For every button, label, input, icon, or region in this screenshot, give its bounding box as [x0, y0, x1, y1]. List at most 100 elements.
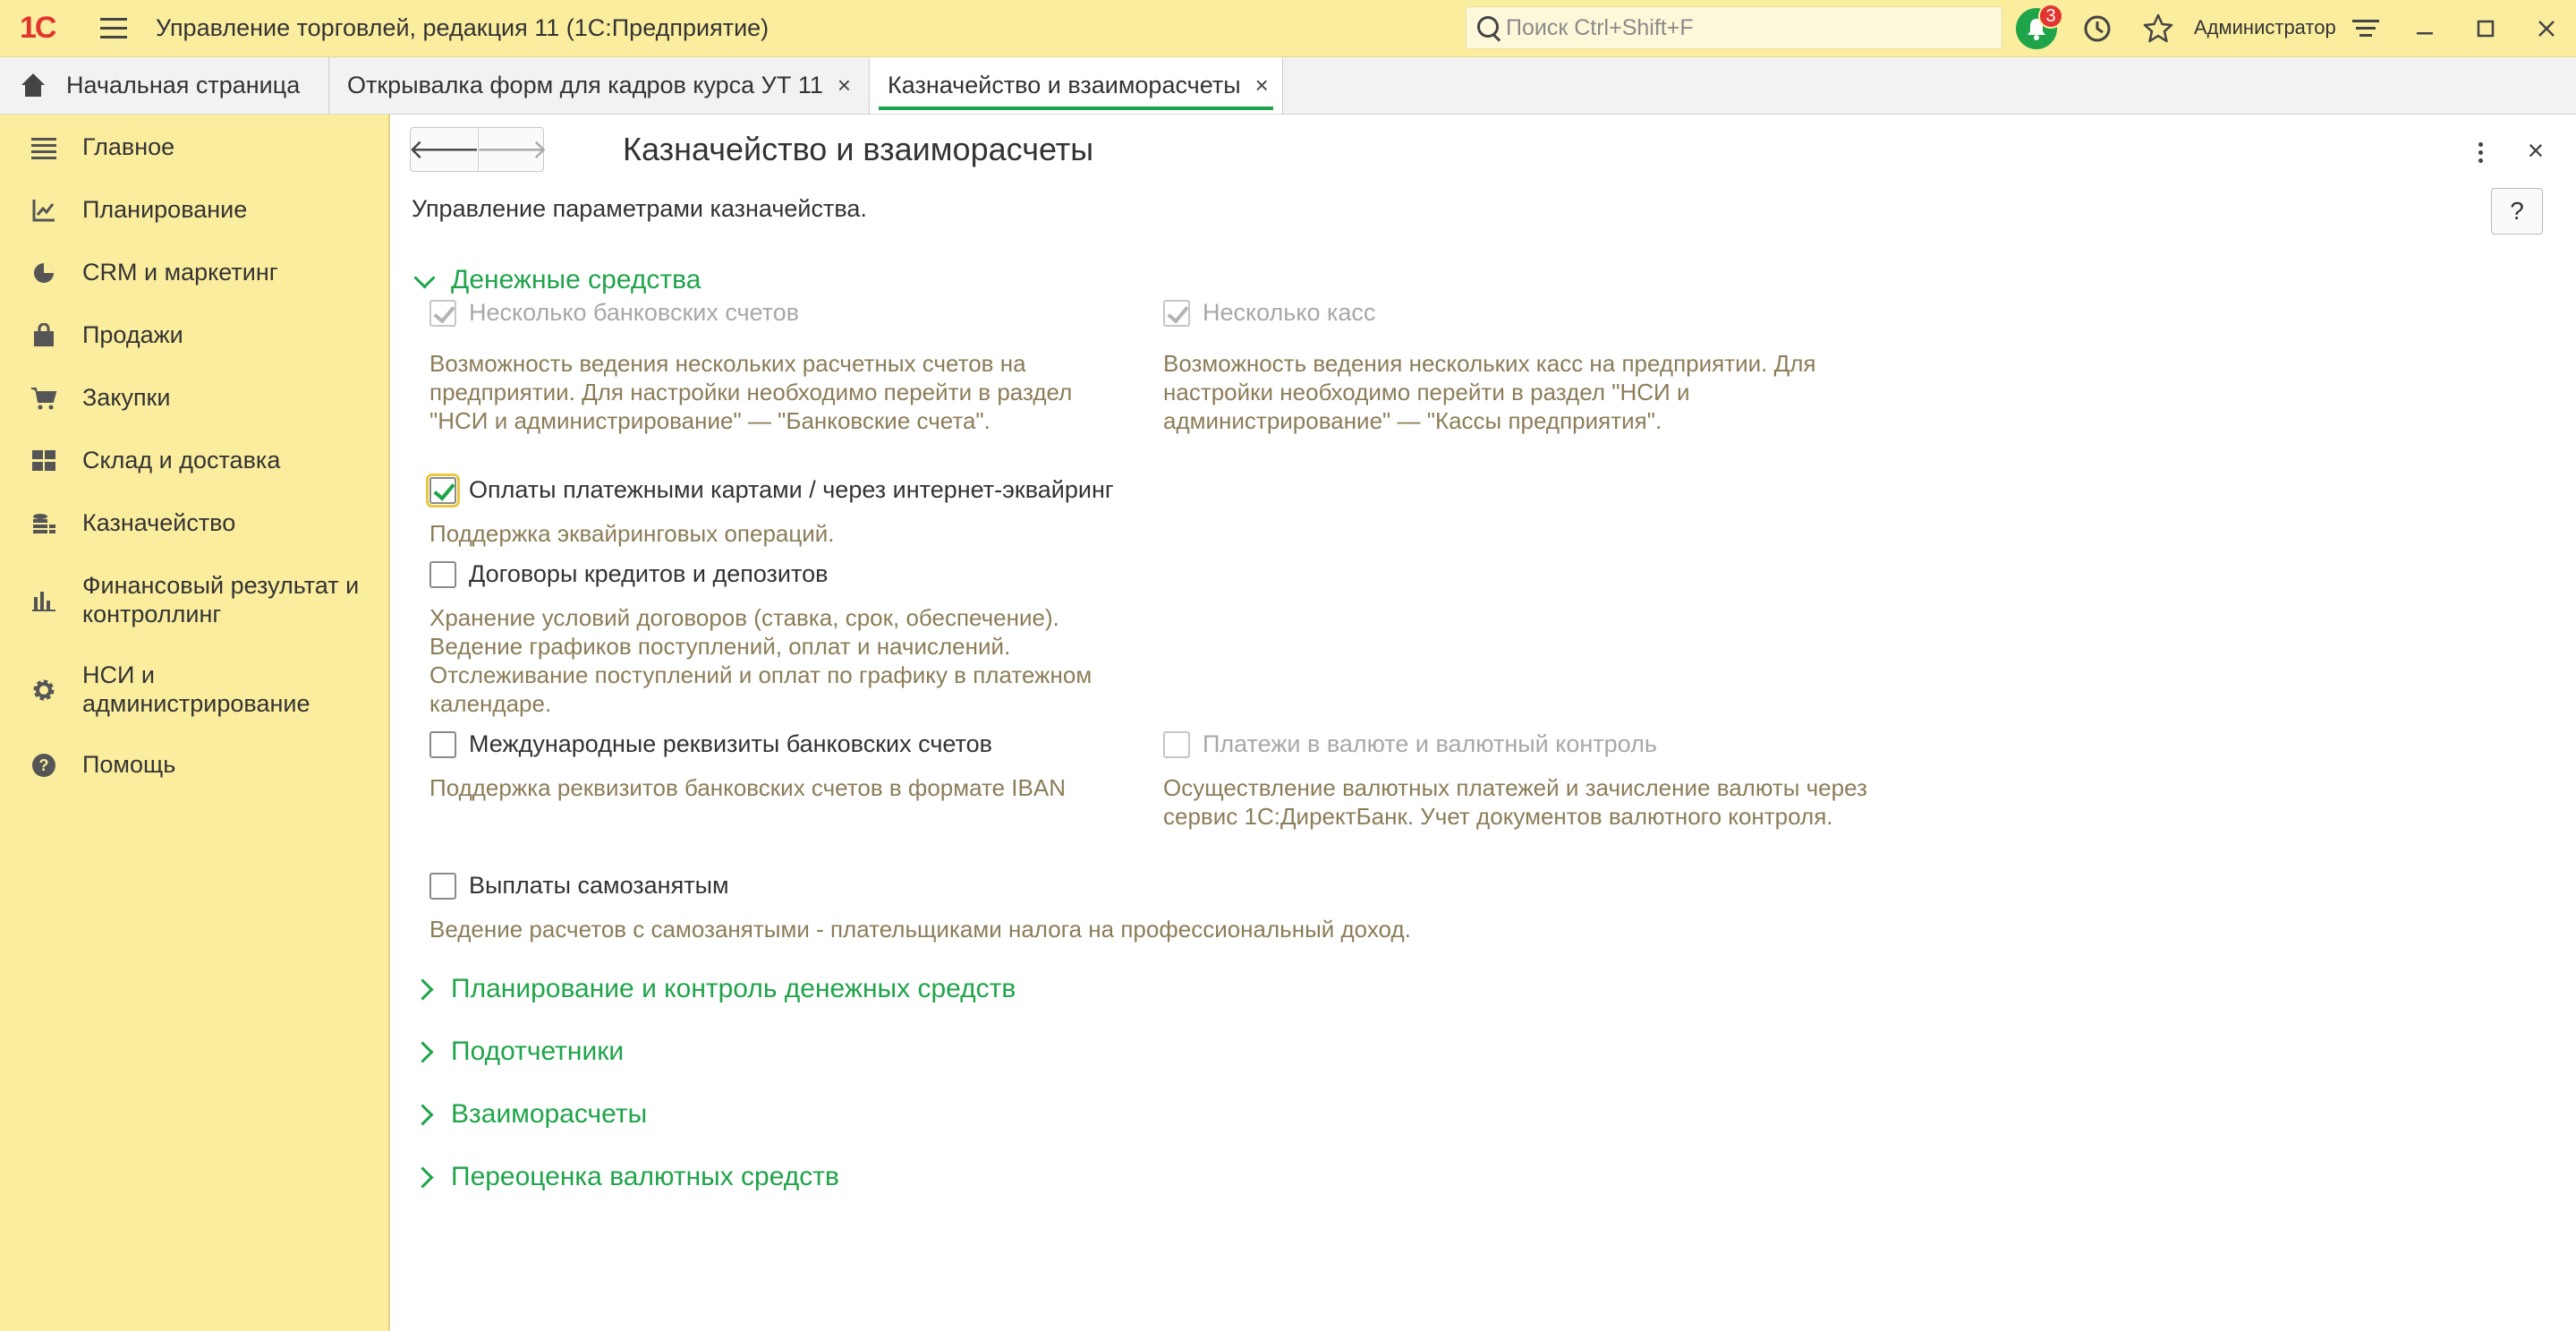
notifications-button[interactable]: 3 [2015, 4, 2063, 50]
form-area: 🡐 🡒 Казначейство и взаиморасчеты × ? Упр… [392, 115, 2576, 1331]
chevron-right-icon [413, 1040, 437, 1063]
app-title: Управление торговлей, редакция 11 (1С:Пр… [156, 14, 769, 41]
list-icon [29, 132, 59, 163]
sidebar-item-label: Продажи [82, 321, 183, 348]
sidebar-item-crm[interactable]: CRM и маркетинг [0, 258, 390, 288]
option-cashboxes[interactable]: Несколько касс [1163, 299, 1375, 327]
description-loans: Хранение условий договоров (ставка, срок… [429, 604, 1092, 717]
option-label: Несколько касс [1203, 299, 1376, 326]
maximize-icon[interactable] [2464, 7, 2507, 50]
search-input[interactable] [1506, 14, 1989, 41]
option-label: Международные реквизиты банковских счето… [469, 730, 992, 757]
option-currency[interactable]: Платежи в валюте и валютный контроль [1163, 730, 1657, 758]
sidebar-item-label: Помощь [82, 751, 176, 778]
forward-button[interactable]: 🡒 [476, 128, 548, 171]
back-button[interactable]: 🡐 [408, 128, 480, 171]
navigation-buttons: 🡐 🡒 [408, 127, 548, 172]
option-label: Платежи в валюте и валютный контроль [1203, 730, 1657, 757]
logo-text: 1C [20, 11, 56, 45]
history-icon[interactable] [2076, 7, 2119, 50]
minimize-icon[interactable] [2403, 7, 2446, 50]
description-currency: Осуществление валютных платежей и зачисл… [1163, 774, 1867, 830]
sidebar-item-label: Планирование [82, 196, 248, 223]
group-cash-header[interactable]: Денежные средства [413, 265, 701, 295]
sidebar-item-purchases[interactable]: Закупки [0, 383, 390, 414]
gear-icon [29, 675, 59, 705]
cart-icon [29, 383, 59, 414]
group-label: Планирование и контроль денежных средств [451, 974, 1016, 1003]
home-icon [20, 73, 47, 98]
svg-text:?: ? [39, 756, 49, 774]
group-label: Подотчетники [451, 1037, 625, 1066]
option-label: Выплаты самозанятым [469, 872, 729, 899]
sidebar-item-label: Главное [82, 133, 175, 160]
option-label: Оплаты платежными картами / через интерн… [469, 476, 1114, 503]
menu-icon[interactable] [100, 0, 138, 57]
checkbox-acquiring[interactable] [426, 473, 460, 508]
sidebar-item-sales[interactable]: Продажи [0, 320, 390, 351]
notifications-badge: 3 [2038, 4, 2063, 29]
tab-label: Начальная страница [66, 72, 301, 98]
group-settlements-header[interactable]: Взаиморасчеты [413, 1099, 647, 1130]
sidebar-item-planning[interactable]: Планирование [0, 195, 390, 226]
checkbox-cashboxes[interactable] [1163, 299, 1190, 327]
sidebar-item-label: CRM и маркетинг [82, 259, 278, 286]
checkbox-selfemployed[interactable] [429, 872, 456, 900]
app-logo[interactable]: 1C [20, 0, 81, 57]
group-revaluation-header[interactable]: Переоценка валютных средств [413, 1162, 839, 1192]
option-selfemployed[interactable]: Выплаты самозанятым [429, 872, 729, 900]
page-title: Казначейство и взаиморасчеты [623, 131, 1094, 167]
group-planning-header[interactable]: Планирование и контроль денежных средств [413, 974, 1016, 1004]
group-accountable-header[interactable]: Подотчетники [413, 1037, 624, 1067]
description-bank-accounts: Возможность ведения нескольких расчетных… [429, 350, 1073, 434]
bag-icon [29, 320, 59, 351]
more-actions-icon[interactable] [2466, 134, 2495, 170]
description-cashboxes: Возможность ведения нескольких касс на п… [1163, 350, 1816, 434]
sidebar-item-admin[interactable]: НСИ и администрирование [0, 661, 390, 718]
chart-icon [29, 195, 59, 226]
chevron-right-icon [413, 1103, 437, 1126]
close-form-button[interactable]: × [2518, 131, 2554, 170]
favorites-star-icon[interactable] [2137, 7, 2180, 50]
option-bank-accounts[interactable]: Несколько банковских счетов [429, 299, 799, 327]
checkbox-loans[interactable] [429, 560, 456, 588]
sidebar-item-treasury[interactable]: Казначейство [0, 508, 390, 539]
pie-icon [29, 258, 59, 288]
tabs-bar: Начальная страница Открывалка форм для к… [0, 57, 2576, 115]
search-icon [1467, 6, 1506, 49]
tab-form-opener[interactable]: Открывалка форм для кадров курса УТ 11 × [329, 57, 870, 114]
option-loans[interactable]: Договоры кредитов и депозитов [429, 560, 828, 588]
tab-home[interactable]: Начальная страница [0, 57, 329, 114]
sections-sidebar: Главное Планирование CRM и маркетинг Про… [0, 115, 390, 1331]
group-label: Переоценка валютных средств [451, 1162, 839, 1191]
option-acquiring[interactable]: Оплаты платежными картами / через интерн… [426, 473, 1114, 508]
close-icon[interactable] [2525, 7, 2568, 50]
chevron-down-icon [413, 269, 437, 292]
title-bar: 1C Управление торговлей, редакция 11 (1С… [0, 0, 2576, 57]
sidebar-item-label: НСИ и администрирование [82, 661, 310, 717]
sidebar-item-main[interactable]: Главное [0, 132, 390, 163]
tab-close-icon[interactable]: × [837, 72, 851, 99]
checkbox-currency[interactable] [1163, 730, 1190, 758]
checkbox-bank-accounts[interactable] [429, 299, 456, 327]
settings-icon[interactable] [2344, 7, 2387, 50]
tab-close-icon[interactable]: × [1255, 72, 1269, 99]
sidebar-item-warehouse[interactable]: Склад и доставка [0, 446, 390, 476]
help-button[interactable]: ? [2491, 188, 2543, 235]
sidebar-item-finance[interactable]: Финансовый результат и контроллинг [0, 571, 390, 628]
sidebar-item-label: Закупки [82, 384, 171, 411]
tab-label: Казначейство и взаиморасчеты [888, 72, 1241, 98]
current-user[interactable]: Администратор [2194, 16, 2336, 39]
option-iban[interactable]: Международные реквизиты банковских счето… [429, 730, 992, 758]
group-label: Денежные средства [451, 265, 701, 294]
sidebar-item-help[interactable]: ? Помощь [0, 750, 390, 781]
coins-icon [29, 508, 59, 539]
sidebar-item-label: Казначейство [82, 509, 236, 536]
option-label: Договоры кредитов и депозитов [469, 560, 829, 587]
checkbox-iban[interactable] [429, 730, 456, 758]
bar-chart-icon [29, 585, 59, 616]
form-subtitle: Управление параметрами казначейства. [412, 195, 867, 222]
question-icon: ? [29, 750, 59, 781]
tab-treasury[interactable]: Казначейство и взаиморасчеты × [870, 57, 1283, 114]
global-search[interactable] [1466, 6, 2002, 49]
